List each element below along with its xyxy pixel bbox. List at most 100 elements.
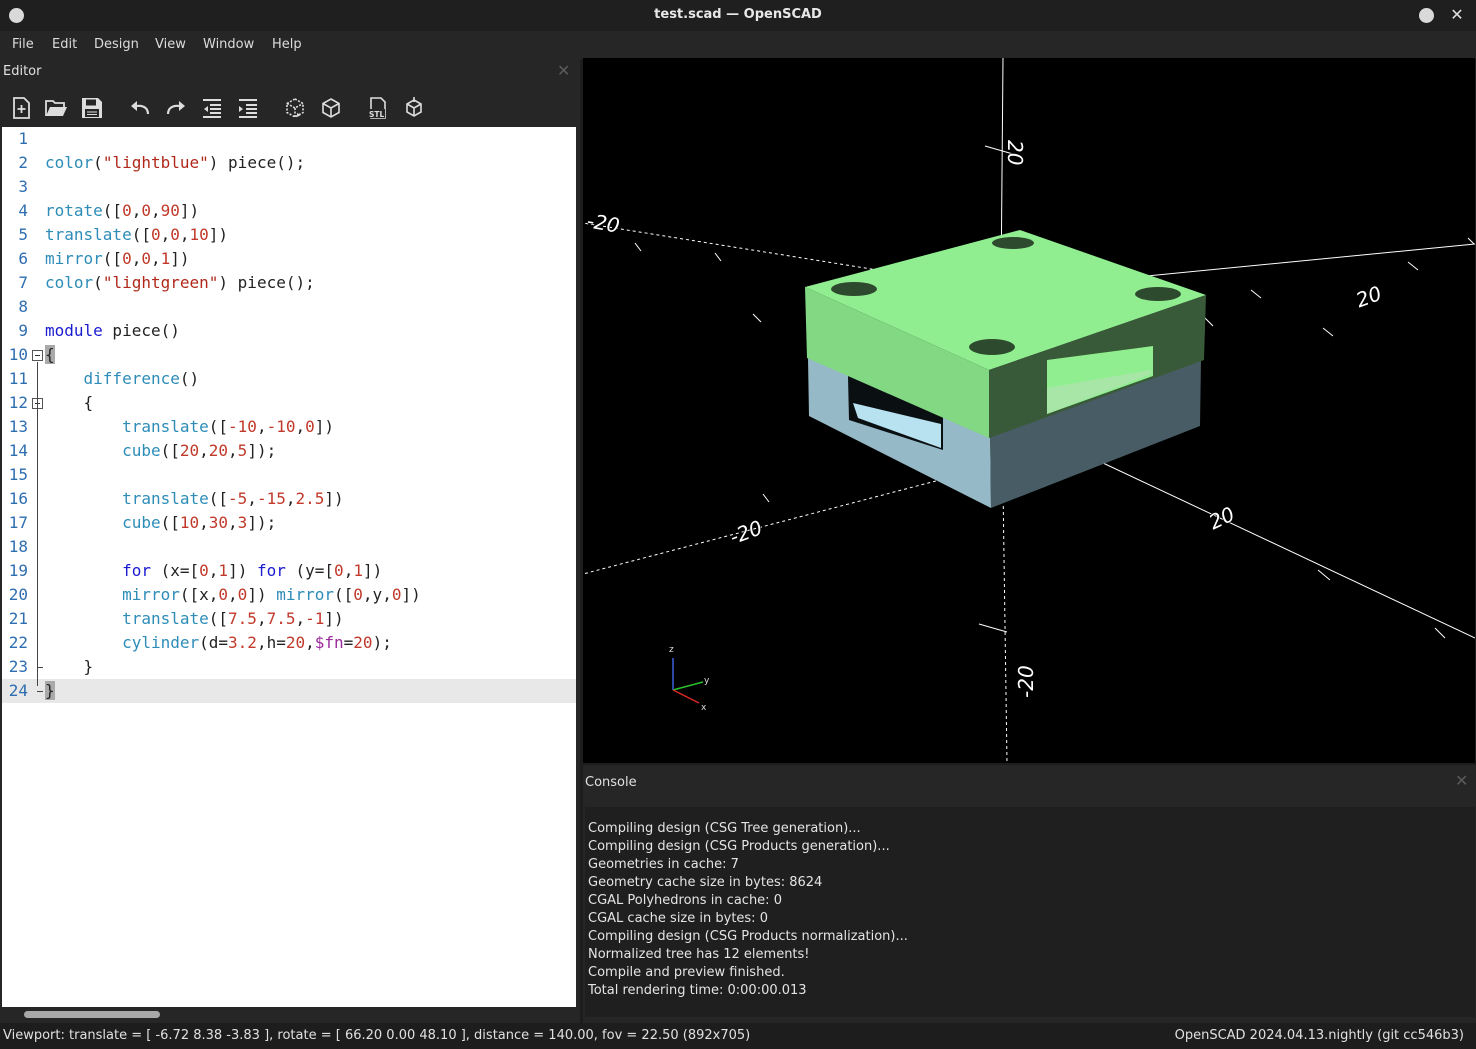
code-line[interactable]: 3 [2, 175, 576, 199]
code-line[interactable]: 11 difference() [2, 367, 576, 391]
code-line[interactable]: 17 cube([10,30,3]); [2, 511, 576, 535]
unindent-icon[interactable] [199, 95, 225, 121]
hole-front [969, 339, 1015, 355]
line-number: 23 [8, 657, 28, 676]
code-token: cube [122, 513, 161, 532]
console-message: CGAL cache size in bytes: 0 [588, 911, 768, 926]
3d-viewport[interactable]: 20 -20 20 -20 20 -20 z y x [583, 58, 1475, 763]
new-file-icon[interactable] [8, 95, 34, 121]
menu-file[interactable]: File [12, 37, 34, 52]
code-text: } [45, 655, 94, 679]
line-number: 19 [8, 561, 28, 580]
code-line[interactable]: 15 [2, 463, 576, 487]
code-line[interactable]: 14 cube([20,20,5]); [2, 439, 576, 463]
menu-window[interactable]: Window [203, 37, 254, 52]
fold-toggle-icon[interactable] [32, 350, 43, 361]
menu-help[interactable]: Help [272, 37, 302, 52]
code-line[interactable]: 8 [2, 295, 576, 319]
gizmo-z-label: z [669, 645, 674, 655]
code-token: -10 [228, 417, 257, 436]
axis-label-x-pos: 20 [1353, 281, 1385, 312]
indent-icon[interactable] [235, 95, 261, 121]
code-line[interactable]: 1 [2, 127, 576, 151]
fold-end-marker [37, 691, 43, 692]
code-editor[interactable]: 1 2 color("lightblue") piece(); 3 4 rotate([0… [2, 127, 576, 1007]
undo-icon[interactable] [127, 95, 153, 121]
code-token: , [150, 249, 161, 268]
code-token: , [199, 441, 209, 460]
code-text: cube([10,30,3]); [45, 511, 276, 535]
line-number: 17 [8, 513, 28, 532]
code-line[interactable]: 20 mirror([x,0,0]) mirror([0,y,0]) [2, 583, 576, 607]
close-console-icon[interactable]: ✕ [1455, 771, 1468, 790]
y-axis-positive [1102, 462, 1475, 639]
code-token: ]) [228, 561, 257, 580]
axis-label-y-neg: -20 [727, 515, 766, 549]
line-number: 22 [8, 633, 28, 652]
console-message: Total rendering time: 0:00:00.013 [588, 983, 807, 998]
code-line[interactable]: 13 translate([-10,-10,0]) [2, 415, 576, 439]
code-token: ,h= [256, 633, 286, 652]
menu-design[interactable]: Design [94, 37, 139, 52]
code-token: ]) [324, 609, 344, 628]
code-token: ]) [247, 585, 277, 604]
code-line[interactable]: 21 translate([7.5,7.5,-1]) [2, 607, 576, 631]
console-output[interactable]: Compiling design (CSG Tree generation)..… [585, 807, 1475, 1017]
editor-toolbar: STL [0, 91, 580, 125]
open-file-icon[interactable] [43, 95, 69, 121]
code-line[interactable]: 22 cylinder(d=3.2,h=20,$fn=20); [2, 631, 576, 655]
code-line[interactable]: 2 color("lightblue") piece(); [2, 151, 576, 175]
line-number: 18 [8, 537, 28, 556]
code-text: cylinder(d=3.2,h=20,$fn=20); [45, 631, 392, 655]
line-number: 13 [8, 417, 28, 436]
menu-view[interactable]: View [155, 37, 186, 52]
code-line[interactable]: 10 { [2, 343, 576, 367]
code-token: } [45, 681, 55, 700]
scrollbar-thumb[interactable] [24, 1011, 160, 1018]
status-bar: Viewport: translate = [ -6.72 8.38 -3.83… [0, 1023, 1476, 1049]
code-token: 20 [353, 633, 373, 652]
window-title: test.scad — OpenSCAD [654, 7, 822, 22]
line-number: 15 [8, 465, 28, 484]
render-icon[interactable] [318, 95, 344, 121]
code-line[interactable]: 18 [2, 535, 576, 559]
code-line[interactable]: 23 } [2, 655, 576, 679]
code-token: ( [93, 153, 103, 172]
svg-text:STL: STL [369, 110, 385, 119]
code-token: 0 [353, 585, 363, 604]
code-line[interactable]: 12 { [2, 391, 576, 415]
code-token: , [150, 201, 161, 220]
menu-edit[interactable]: Edit [52, 37, 77, 52]
code-line[interactable]: 24} [2, 679, 576, 703]
code-token: , [228, 513, 238, 532]
save-file-icon[interactable] [79, 95, 105, 121]
code-token: 0 [150, 225, 161, 244]
line-number: 11 [8, 369, 28, 388]
send-to-print-icon[interactable] [401, 95, 427, 121]
code-token: , [131, 249, 142, 268]
code-line[interactable]: 6 mirror([0,0,1]) [2, 247, 576, 271]
code-token: , [256, 417, 267, 436]
redo-icon[interactable] [163, 95, 189, 121]
code-token: ]); [247, 513, 277, 532]
preview-icon[interactable] [282, 95, 308, 121]
line-number: 9 [18, 321, 28, 340]
close-editor-icon[interactable]: ✕ [557, 61, 570, 80]
code-line[interactable]: 9 module piece() [2, 319, 576, 343]
close-window-button[interactable]: ✕ [1448, 6, 1466, 24]
code-line[interactable]: 4 rotate([0,0,90]) [2, 199, 576, 223]
code-text: color("lightgreen") piece(); [45, 271, 315, 295]
editor-horizontal-scrollbar[interactable] [2, 1007, 576, 1021]
code-token: , [131, 201, 142, 220]
code-line[interactable]: 5 translate([0,0,10]) [2, 223, 576, 247]
console-message: Compiling design (CSG Products generatio… [588, 839, 890, 854]
code-line[interactable]: 16 translate([-5,-15,2.5]) [2, 487, 576, 511]
export-stl-icon[interactable]: STL [364, 95, 390, 121]
code-token: ) piece(); [218, 273, 315, 292]
code-line[interactable]: 19 for (x=[0,1]) for (y=[0,1]) [2, 559, 576, 583]
code-line[interactable]: 7 color("lightgreen") piece(); [2, 271, 576, 295]
code-token: -1 [305, 609, 325, 628]
maximize-button[interactable] [1419, 8, 1434, 23]
